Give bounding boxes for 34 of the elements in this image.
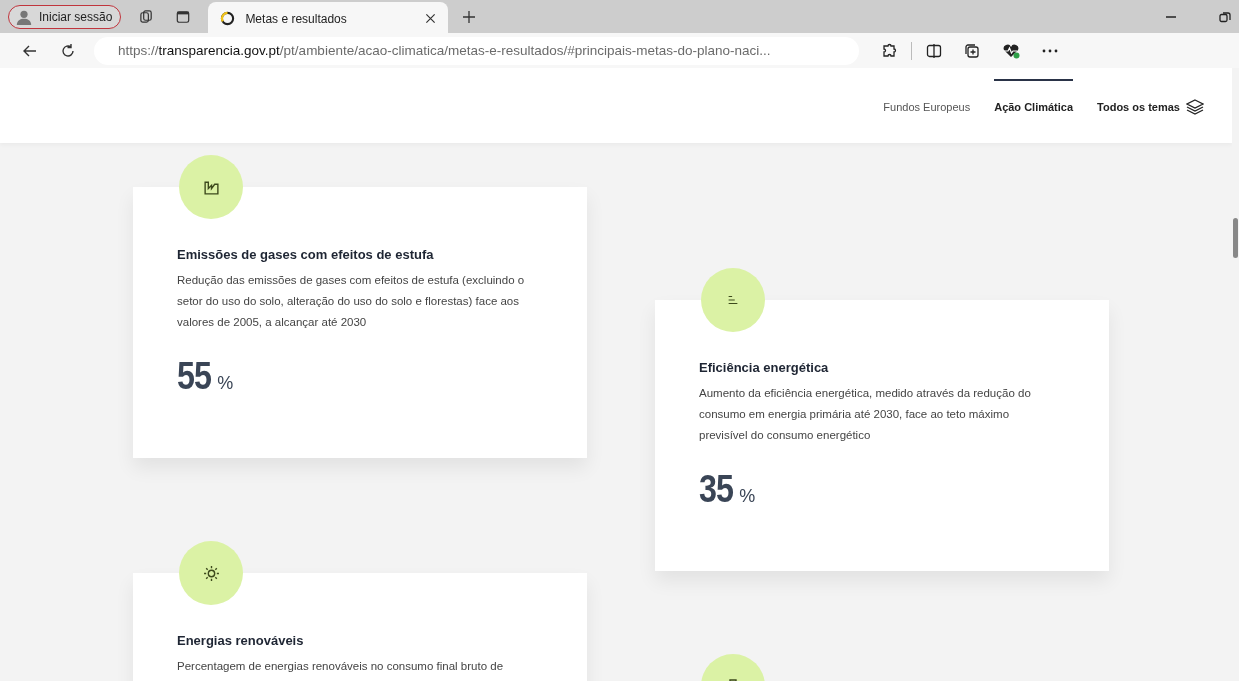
goal-unit: %	[739, 486, 756, 507]
collections-icon[interactable]	[964, 42, 980, 59]
layers-icon	[1186, 98, 1204, 115]
goal-title: Emissões de gases com efeitos de estufa	[177, 247, 435, 262]
extensions-icon[interactable]	[881, 42, 897, 59]
url-text: https://transparencia.gov.pt/pt/ambiente/acao-climatica/metas-e-resultados/#principais-metas-do-plano-naci...	[118, 43, 771, 58]
chart-icon	[202, 178, 220, 196]
nav-link[interactable]: Ação Climática	[994, 78, 1074, 133]
sun-icon	[202, 564, 220, 582]
browser-tab[interactable]: Metas e resultados	[208, 2, 449, 35]
refresh-icon[interactable]	[60, 42, 76, 59]
goal-title: Energias renováveis	[177, 633, 305, 648]
lines-icon	[726, 293, 740, 307]
more-icon[interactable]	[1042, 48, 1058, 53]
goal-unit: %	[217, 373, 234, 394]
tab-actions-icon[interactable]	[176, 9, 191, 24]
split-screen-icon[interactable]	[926, 42, 942, 59]
goal-description: Percentagem de energias renováveis no consumo final bruto de	[177, 659, 505, 674]
nav-link[interactable]: Fundos Europeus	[883, 78, 971, 133]
profile-button[interactable]: Iniciar sessão	[8, 4, 122, 29]
goal-title: Eficiência energética	[699, 360, 830, 375]
workspaces-icon[interactable]	[139, 9, 155, 24]
new-tab-icon[interactable]	[462, 9, 477, 24]
restore-icon[interactable]	[1219, 10, 1231, 23]
close-tab-icon[interactable]	[425, 13, 437, 24]
address-field[interactable]: https://transparencia.gov.pt/pt/ambiente/acao-climatica/metas-e-resultados/#principais-metas-do-plano-naci...	[94, 36, 859, 65]
goal-description: Aumento da eficiência energética, medido através da redução do consumo em energia primária até 2030, face ao teto máximo previsível do consumo energético	[699, 386, 1032, 443]
site-logo-icon	[220, 11, 236, 26]
all-topics-button[interactable]: Todos os temas	[1097, 76, 1204, 135]
goal-value: 55	[177, 355, 212, 398]
health-icon[interactable]	[1002, 42, 1020, 59]
goal-value: 35	[699, 468, 734, 511]
scrollbar-thumb[interactable]	[1233, 218, 1238, 258]
goal-description: Redução das emissões de gases com efeitos de estufa (excluindo o setor do uso do solo, alteração do uso do solo e florestas) face aos valores de 2005, a alcançar até 2030	[177, 273, 526, 330]
